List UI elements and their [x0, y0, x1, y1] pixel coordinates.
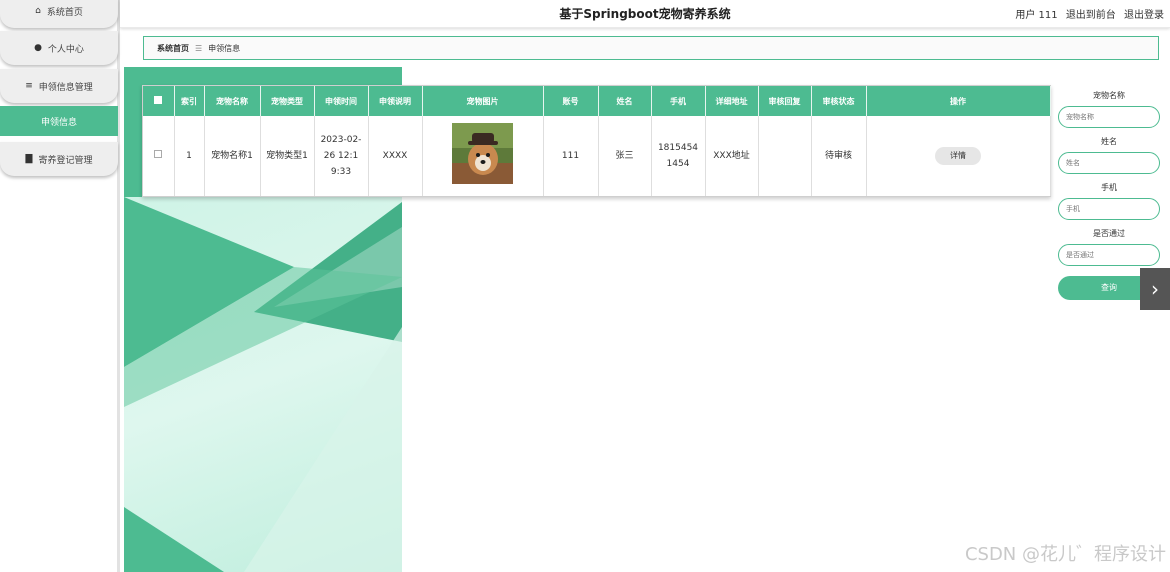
- phone-label: 手机: [1101, 183, 1117, 192]
- list-icon: ≡: [25, 81, 33, 91]
- pet-name-label: 宠物名称: [1093, 91, 1125, 100]
- breadcrumb: 系统首页 ☰ 申领信息: [143, 36, 1159, 60]
- phone-input[interactable]: [1058, 198, 1160, 220]
- name-label: 姓名: [1101, 137, 1117, 146]
- claim-table: 索引 宠物名称 宠物类型 申领时间 申领说明 宠物图片 账号 姓名 手机 详细地…: [142, 85, 1051, 197]
- sidebar-item-claim-info[interactable]: 申领信息: [0, 106, 118, 136]
- column-header: 详细地址: [705, 86, 759, 116]
- sidebar-item-profile[interactable]: ● 个人中心: [0, 31, 118, 65]
- cell-actions: 详情: [866, 116, 1051, 196]
- cell-reply: [758, 116, 812, 196]
- passed-label: 是否通过: [1093, 229, 1125, 238]
- pet-name-input[interactable]: [1058, 106, 1160, 128]
- cell-pet-image: [422, 116, 544, 196]
- column-header: 申领时间: [314, 86, 369, 116]
- current-user: 用户 111: [1015, 10, 1058, 21]
- column-header: 姓名: [598, 86, 652, 116]
- cell-name: 张三: [598, 116, 652, 196]
- cell-pet-name: 宠物名称1: [204, 116, 261, 196]
- column-header: 索引: [174, 86, 205, 116]
- cell-account: 111: [543, 116, 599, 196]
- detail-button[interactable]: 详情: [935, 147, 981, 165]
- row-checkbox-cell[interactable]: [143, 116, 175, 196]
- table-header-row: 索引 宠物名称 宠物类型 申领时间 申领说明 宠物图片 账号 姓名 手机 详细地…: [143, 86, 1051, 116]
- app-window: ⌂ 系统首页 ● 个人中心 ≡ 申领信息管理 申领信息 ▇ 寄养登记管理 基于S…: [0, 0, 1170, 572]
- sidebar-item-label: 系统首页: [46, 7, 83, 18]
- column-header: 宠物图片: [422, 86, 544, 116]
- breadcrumb-home[interactable]: 系统首页: [157, 43, 189, 54]
- chevron-right-icon[interactable]: ›: [1140, 268, 1170, 310]
- exit-to-front-link[interactable]: 退出到前台: [1066, 10, 1116, 21]
- column-header: 宠物类型: [260, 86, 315, 116]
- select-all-checkbox-cell[interactable]: [143, 86, 175, 116]
- column-header: 操作: [866, 86, 1051, 116]
- sidebar-item-label: 申领信息: [40, 117, 77, 128]
- select-all-checkbox[interactable]: [154, 96, 163, 104]
- sidebar-item-label: 申领信息管理: [38, 82, 93, 93]
- column-header: 审核状态: [811, 86, 867, 116]
- logout-link[interactable]: 退出登录: [1124, 10, 1164, 21]
- sidebar-item-boarding-management[interactable]: ▇ 寄养登记管理: [0, 142, 118, 176]
- table-row: 1 宠物名称1 宠物类型1 2023-02-26 12:19:33 XXXX 1…: [143, 116, 1051, 196]
- user-icon: ●: [34, 43, 42, 53]
- passed-input[interactable]: [1058, 244, 1160, 266]
- cell-index: 1: [174, 116, 205, 196]
- top-header: 基于Springboot宠物寄养系统 用户 111 退出到前台 退出登录: [120, 0, 1170, 28]
- watermark: CSDN @花儿゛程序设计: [964, 544, 1166, 565]
- column-header: 账号: [543, 86, 599, 116]
- cell-claim-desc: XXXX: [368, 116, 423, 196]
- cell-address: XXX地址: [705, 116, 759, 196]
- column-header: 手机: [651, 86, 706, 116]
- cell-status: 待审核: [811, 116, 867, 196]
- column-header: 申领说明: [368, 86, 423, 116]
- breadcrumb-current: 申领信息: [208, 43, 241, 53]
- clipboard-icon: ▇: [25, 154, 33, 164]
- home-icon: ⌂: [35, 6, 41, 16]
- row-checkbox[interactable]: [154, 150, 163, 158]
- sidebar-item-home[interactable]: ⌂ 系统首页: [0, 0, 118, 28]
- cell-pet-type: 宠物类型1: [260, 116, 315, 196]
- sidebar: ⌂ 系统首页 ● 个人中心 ≡ 申领信息管理 申领信息 ▇ 寄养登记管理: [0, 0, 120, 572]
- column-header: 审核回复: [758, 86, 812, 116]
- pet-photo: [452, 122, 513, 184]
- sidebar-item-label: 寄养登记管理: [38, 155, 93, 166]
- cell-phone: 18154541454: [651, 116, 706, 196]
- breadcrumb-separator-icon: ☰: [195, 43, 203, 53]
- sidebar-item-claim-management[interactable]: ≡ 申领信息管理: [0, 69, 118, 103]
- name-input[interactable]: [1058, 152, 1160, 174]
- sidebar-item-label: 个人中心: [47, 44, 84, 55]
- user-links: 用户 111 退出到前台 退出登录: [1010, 6, 1164, 21]
- column-header: 宠物名称: [204, 86, 261, 116]
- cell-claim-time: 2023-02-26 12:19:33: [314, 116, 369, 196]
